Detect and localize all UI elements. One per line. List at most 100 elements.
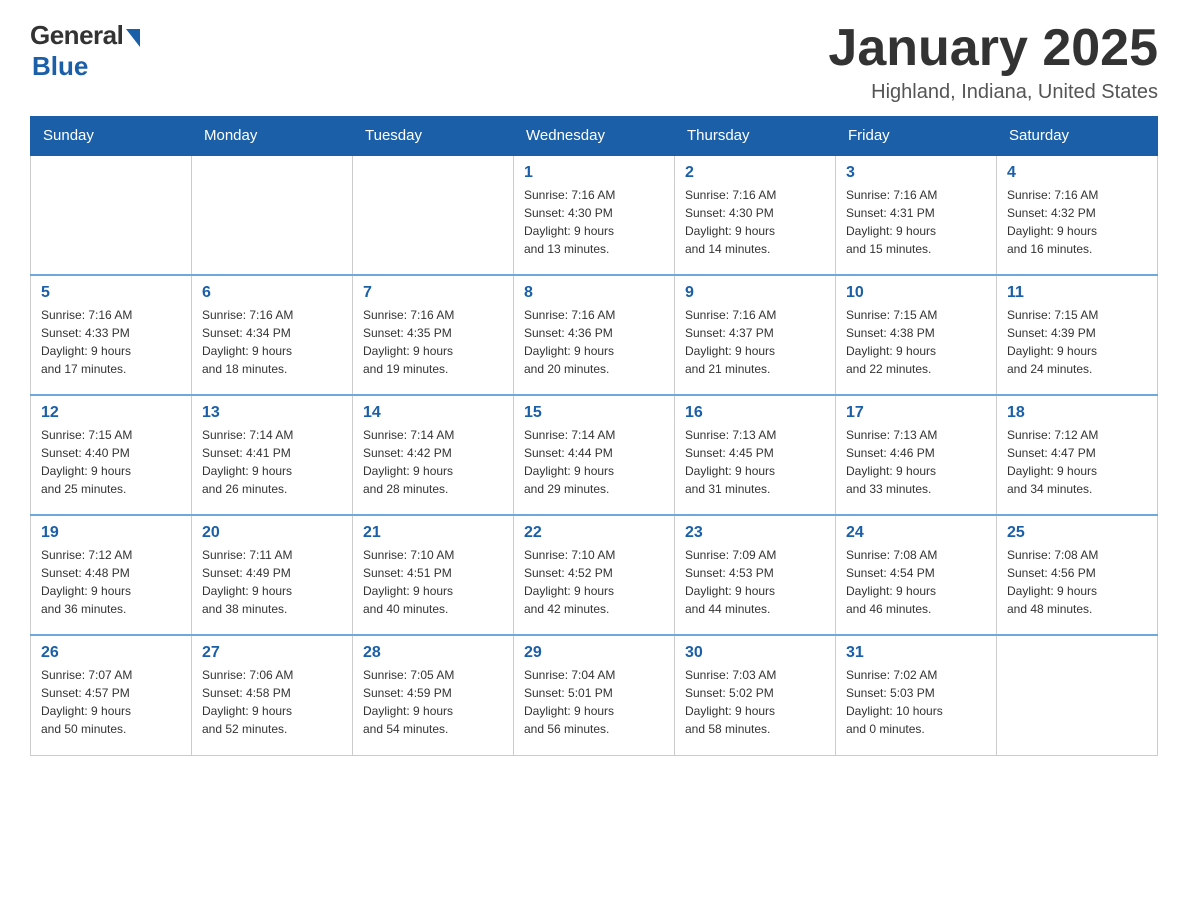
cell-info-text: Sunrise: 7:16 AMSunset: 4:32 PMDaylight:… [1007,186,1147,258]
calendar-cell: 3Sunrise: 7:16 AMSunset: 4:31 PMDaylight… [836,155,997,275]
calendar-cell: 24 Sunrise: 7:08 AMSunset: 4:54 PMDayligh… [836,515,997,635]
calendar-cell: 27Sunrise: 7:06 AMSunset: 4:58 PMDayligh… [192,635,353,755]
cell-day-number: 2 [685,164,825,182]
cell-day-number: 28 [363,644,503,662]
calendar-header-tuesday: Tuesday [353,117,514,156]
cell-info-text: Sunrise: 7:11 AMSunset: 4:49 PMDaylight:… [202,546,342,618]
cell-info-text: Sunrise: 7:16 AMSunset: 4:34 PMDaylight:… [202,306,342,378]
cell-day-number: 24 [846,524,986,542]
cell-info-text: Sunrise: 7:02 AMSunset: 5:03 PMDaylight:… [846,666,986,738]
cell-info-text: Sunrise: 7:04 AMSunset: 5:01 PMDaylight:… [524,666,664,738]
calendar-cell: 28Sunrise: 7:05 AMSunset: 4:59 PMDayligh… [353,635,514,755]
calendar-header-friday: Friday [836,117,997,156]
location: Highland, Indiana, United States [828,81,1158,104]
cell-day-number: 31 [846,644,986,662]
cell-day-number: 18 [1007,404,1147,422]
cell-day-number: 26 [41,644,181,662]
cell-day-number: 13 [202,404,342,422]
cell-info-text: Sunrise: 7:14 AMSunset: 4:42 PMDaylight:… [363,426,503,498]
calendar-table: SundayMondayTuesdayWednesdayThursdayFrid… [30,116,1158,756]
cell-day-number: 15 [524,404,664,422]
cell-info-text: Sunrise: 7:09 AMSunset: 4:53 PMDaylight:… [685,546,825,618]
cell-info-text: Sunrise: 7:16 AMSunset: 4:36 PMDaylight:… [524,306,664,378]
calendar-cell [31,155,192,275]
calendar-cell: 7Sunrise: 7:16 AMSunset: 4:35 PMDaylight… [353,275,514,395]
cell-day-number: 17 [846,404,986,422]
cell-info-text: Sunrise: 7:13 AMSunset: 4:45 PMDaylight:… [685,426,825,498]
cell-info-text: Sunrise: 7:07 AMSunset: 4:57 PMDaylight:… [41,666,181,738]
calendar-cell: 5 Sunrise: 7:16 AMSunset: 4:33 PMDaylight… [31,275,192,395]
cell-day-number: 21 [363,524,503,542]
calendar-header-monday: Monday [192,117,353,156]
calendar-cell: 14 Sunrise: 7:14 AMSunset: 4:42 PMDayligh… [353,395,514,515]
calendar-cell: 2Sunrise: 7:16 AMSunset: 4:30 PMDaylight… [675,155,836,275]
cell-day-number: 23 [685,524,825,542]
cell-day-number: 22 [524,524,664,542]
calendar-cell: 17 Sunrise: 7:13 AMSunset: 4:46 PMDayligh… [836,395,997,515]
calendar-header-row: SundayMondayTuesdayWednesdayThursdayFrid… [31,117,1158,156]
calendar-cell: 1Sunrise: 7:16 AMSunset: 4:30 PMDaylight… [514,155,675,275]
logo: General Blue [30,20,140,82]
calendar-header-wednesday: Wednesday [514,117,675,156]
cell-info-text: Sunrise: 7:14 AMSunset: 4:44 PMDaylight:… [524,426,664,498]
cell-day-number: 14 [363,404,503,422]
cell-info-text: Sunrise: 7:15 AMSunset: 4:39 PMDaylight:… [1007,306,1147,378]
cell-day-number: 6 [202,284,342,302]
calendar-cell: 20 Sunrise: 7:11 AMSunset: 4:49 PMDayligh… [192,515,353,635]
logo-arrow-icon [126,29,140,47]
cell-day-number: 30 [685,644,825,662]
cell-day-number: 20 [202,524,342,542]
cell-info-text: Sunrise: 7:03 AMSunset: 5:02 PMDaylight:… [685,666,825,738]
calendar-header-saturday: Saturday [997,117,1158,156]
calendar-cell: 4 Sunrise: 7:16 AMSunset: 4:32 PMDaylight… [997,155,1158,275]
logo-blue-text: Blue [32,51,88,82]
cell-info-text: Sunrise: 7:16 AMSunset: 4:35 PMDaylight:… [363,306,503,378]
calendar-cell: 8 Sunrise: 7:16 AMSunset: 4:36 PMDaylight… [514,275,675,395]
calendar-week-row: 1Sunrise: 7:16 AMSunset: 4:30 PMDaylight… [31,155,1158,275]
calendar-cell: 12 Sunrise: 7:15 AMSunset: 4:40 PMDayligh… [31,395,192,515]
cell-info-text: Sunrise: 7:10 AMSunset: 4:51 PMDaylight:… [363,546,503,618]
cell-day-number: 8 [524,284,664,302]
cell-info-text: Sunrise: 7:08 AMSunset: 4:56 PMDaylight:… [1007,546,1147,618]
cell-day-number: 16 [685,404,825,422]
cell-day-number: 12 [41,404,181,422]
cell-info-text: Sunrise: 7:16 AMSunset: 4:30 PMDaylight:… [524,186,664,258]
cell-info-text: Sunrise: 7:10 AMSunset: 4:52 PMDaylight:… [524,546,664,618]
cell-info-text: Sunrise: 7:12 AMSunset: 4:48 PMDaylight:… [41,546,181,618]
calendar-cell: 9Sunrise: 7:16 AMSunset: 4:37 PMDaylight… [675,275,836,395]
calendar-header-sunday: Sunday [31,117,192,156]
calendar-week-row: 12 Sunrise: 7:15 AMSunset: 4:40 PMDayligh… [31,395,1158,515]
cell-info-text: Sunrise: 7:06 AMSunset: 4:58 PMDaylight:… [202,666,342,738]
cell-info-text: Sunrise: 7:15 AMSunset: 4:38 PMDaylight:… [846,306,986,378]
calendar-cell [997,635,1158,755]
page-header: General Blue January 2025 Highland, Indi… [30,20,1158,104]
calendar-cell: 13Sunrise: 7:14 AMSunset: 4:41 PMDayligh… [192,395,353,515]
cell-info-text: Sunrise: 7:15 AMSunset: 4:40 PMDaylight:… [41,426,181,498]
calendar-cell: 26 Sunrise: 7:07 AMSunset: 4:57 PMDayligh… [31,635,192,755]
calendar-cell: 10 Sunrise: 7:15 AMSunset: 4:38 PMDayligh… [836,275,997,395]
logo-general-text: General [30,20,123,51]
month-title: January 2025 [828,20,1158,77]
calendar-cell: 30 Sunrise: 7:03 AMSunset: 5:02 PMDayligh… [675,635,836,755]
cell-day-number: 4 [1007,164,1147,182]
calendar-header-thursday: Thursday [675,117,836,156]
calendar-cell: 19 Sunrise: 7:12 AMSunset: 4:48 PMDayligh… [31,515,192,635]
calendar-week-row: 5 Sunrise: 7:16 AMSunset: 4:33 PMDaylight… [31,275,1158,395]
calendar-cell: 18Sunrise: 7:12 AMSunset: 4:47 PMDayligh… [997,395,1158,515]
cell-day-number: 10 [846,284,986,302]
cell-info-text: Sunrise: 7:13 AMSunset: 4:46 PMDaylight:… [846,426,986,498]
calendar-cell: 15 Sunrise: 7:14 AMSunset: 4:44 PMDayligh… [514,395,675,515]
cell-info-text: Sunrise: 7:16 AMSunset: 4:33 PMDaylight:… [41,306,181,378]
calendar-cell: 23 Sunrise: 7:09 AMSunset: 4:53 PMDayligh… [675,515,836,635]
calendar-week-row: 19 Sunrise: 7:12 AMSunset: 4:48 PMDayligh… [31,515,1158,635]
calendar-cell: 11Sunrise: 7:15 AMSunset: 4:39 PMDayligh… [997,275,1158,395]
cell-info-text: Sunrise: 7:08 AMSunset: 4:54 PMDaylight:… [846,546,986,618]
calendar-cell: 16 Sunrise: 7:13 AMSunset: 4:45 PMDayligh… [675,395,836,515]
cell-day-number: 5 [41,284,181,302]
calendar-week-row: 26 Sunrise: 7:07 AMSunset: 4:57 PMDayligh… [31,635,1158,755]
calendar-cell: 22 Sunrise: 7:10 AMSunset: 4:52 PMDayligh… [514,515,675,635]
cell-day-number: 19 [41,524,181,542]
cell-day-number: 3 [846,164,986,182]
calendar-cell: 25Sunrise: 7:08 AMSunset: 4:56 PMDayligh… [997,515,1158,635]
calendar-cell: 21 Sunrise: 7:10 AMSunset: 4:51 PMDayligh… [353,515,514,635]
